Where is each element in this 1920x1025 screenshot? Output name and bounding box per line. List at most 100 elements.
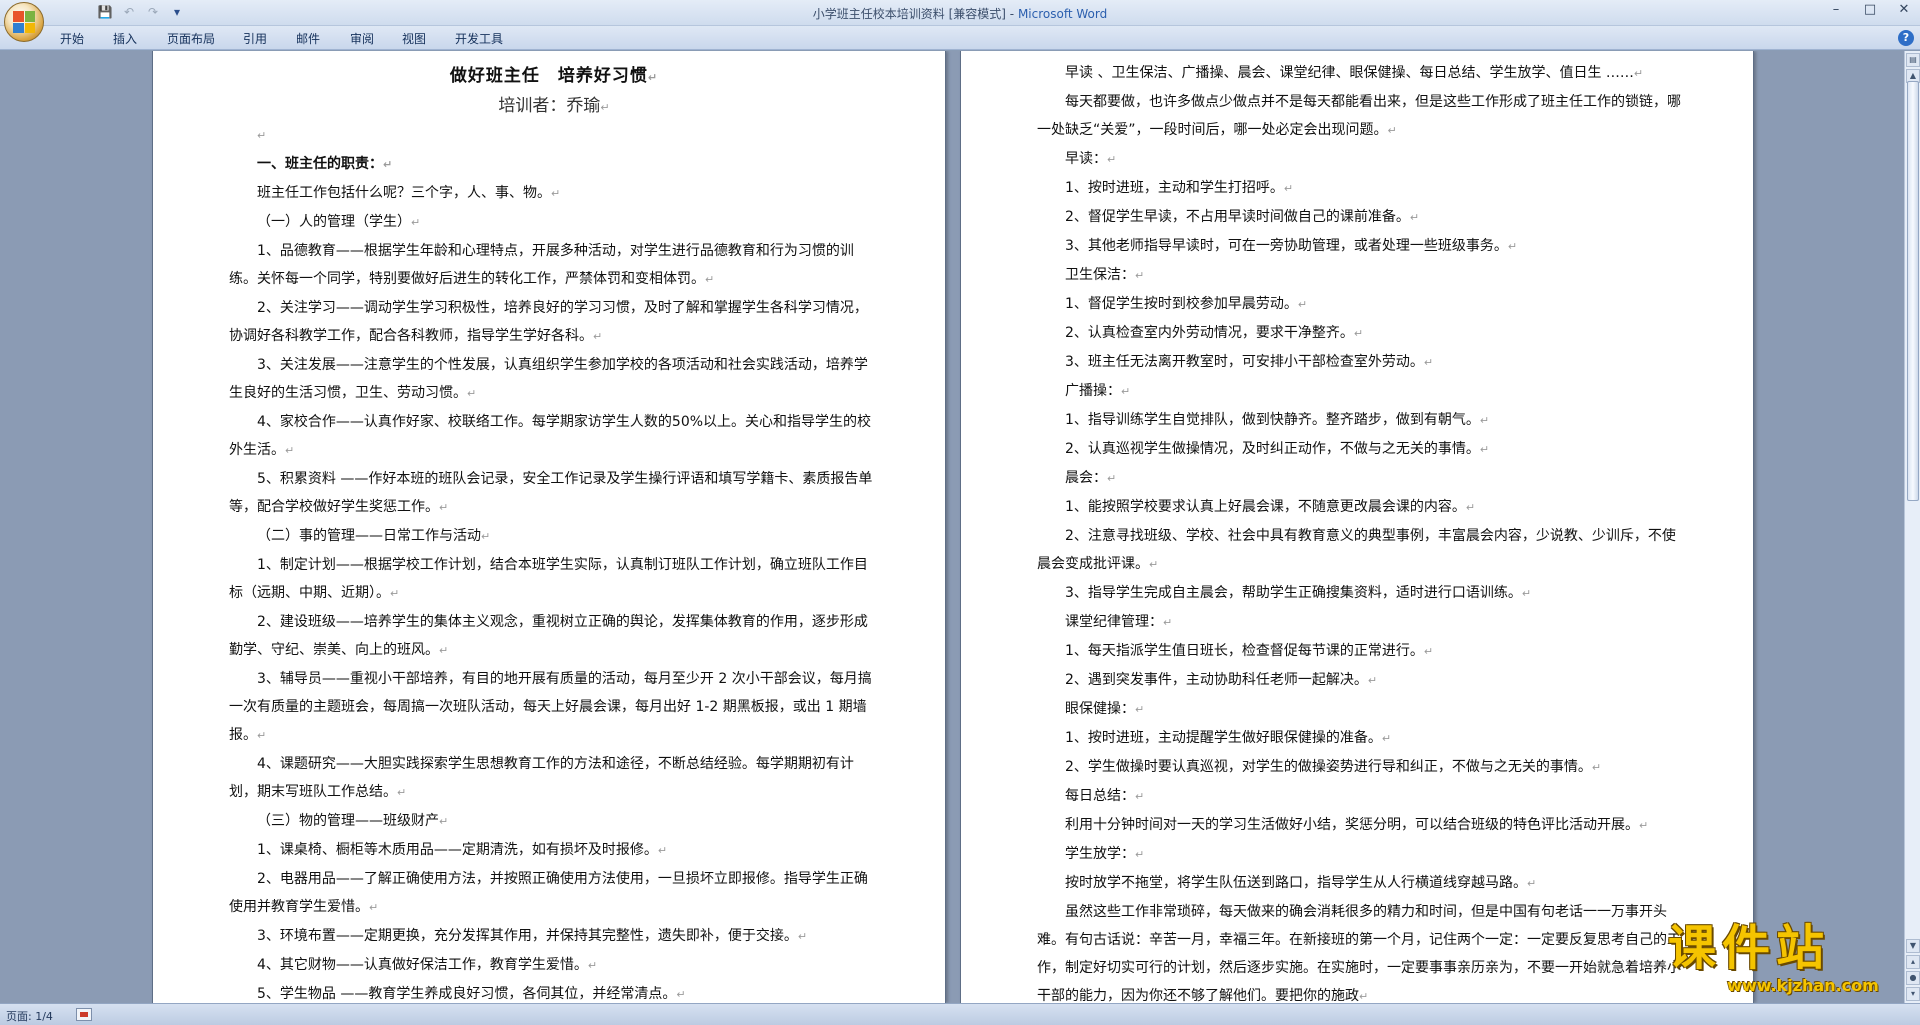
- window-title: 小学班主任校本培训资料 [兼容模式] - Microsoft Word: [0, 5, 1920, 22]
- page-2-content: 早读 、卫生保洁、广播操、晨会、课堂纪律、眼保健操、每日总结、学生放学、值日生 …: [1037, 59, 1687, 1003]
- document-page-2[interactable]: 早读 、卫生保洁、广播操、晨会、课堂纪律、眼保健操、每日总结、学生放学、值日生 …: [960, 51, 1754, 1003]
- page-1-content: 做好班主任 培养好习惯↵ 培训者：乔瑜↵ ↵ 一、班主任的职责：↵ 班主任工作包括什…: [229, 61, 879, 1003]
- paragraph-text: 晨会：: [1065, 470, 1107, 486]
- paragraph-mark-icon: ↵: [1465, 501, 1476, 514]
- document-paragraph: 1、督促学生按时到校参加早晨劳动。↵: [1037, 290, 1687, 319]
- paragraph-mark-icon: ↵: [369, 901, 379, 914]
- tab-developer[interactable]: 开发工具: [455, 30, 503, 47]
- status-bar: 页面: 1/4: [0, 1003, 1920, 1025]
- paragraph-text: 早读 、卫生保洁、广播操、晨会、课堂纪律、眼保健操、每日总结、学生放学、值日生 …: [1065, 65, 1634, 81]
- paragraph-text: （二）事的管理——日常工作与活动: [257, 528, 481, 544]
- vertical-scrollbar[interactable]: ▤ ▲ ▼ ▴ ● ▾: [1904, 51, 1920, 1003]
- document-paragraph: 1、制定计划——根据学校工作计划，结合本班学生实际，认真制订班队工作计划，确立班…: [229, 551, 879, 608]
- document-paragraph: 一、班主任的职责：↵: [229, 150, 879, 179]
- paragraph-mark-icon: ↵: [593, 330, 603, 343]
- help-icon[interactable]: ?: [1898, 30, 1914, 46]
- paragraph-mark-icon: ↵: [1387, 124, 1397, 137]
- next-page-icon[interactable]: ▾: [1906, 987, 1920, 1001]
- tab-review[interactable]: 审阅: [350, 30, 374, 47]
- document-paragraph: 2、建设班级——培养学生的集体主义观念，重视树立正确的舆论，发挥集体教育的作用，…: [229, 608, 879, 665]
- document-paragraph: 2、电器用品——了解正确使用方法，并按照正确使用方法使用，一旦损坏立即报修。指导…: [229, 865, 879, 922]
- paragraph-text: 1、制定计划——根据学校工作计划，结合本班学生实际，认真制订班队工作计划，确立班…: [229, 557, 868, 601]
- title-text: 做好班主任 培养好习惯: [449, 66, 648, 86]
- paragraph-mark-icon: ↵: [1121, 385, 1131, 398]
- paragraph-text: 4、课题研究——大胆实践探索学生思想教育工作的方法和途径，不断总结经验。每学期期…: [229, 756, 854, 800]
- tab-mailings[interactable]: 邮件: [296, 30, 320, 47]
- paragraph-text: 3、关注发展——注意学生的个性发展，认真组织学生参加学校的各项活动和社会实践活动…: [229, 357, 868, 401]
- close-button[interactable]: ✕: [1894, 2, 1914, 17]
- paragraph-mark-icon: ↵: [587, 959, 598, 972]
- scroll-thumb[interactable]: [1907, 81, 1919, 501]
- tab-page-layout[interactable]: 页面布局: [167, 30, 215, 47]
- previous-page-icon[interactable]: ▴: [1906, 955, 1920, 969]
- paragraph-text: 早读：: [1065, 151, 1107, 167]
- page-count[interactable]: 页面: 1/4: [6, 1008, 53, 1024]
- paragraph-text: 1、按时进班，主动提醒学生做好眼保健操的准备。: [1065, 730, 1382, 746]
- paragraph-mark-icon: ↵: [467, 387, 477, 400]
- subtitle-text: 培训者：乔瑜: [498, 96, 601, 116]
- office-button[interactable]: [4, 2, 44, 42]
- document-paragraph: 1、按时进班，主动提醒学生做好眼保健操的准备。↵: [1037, 724, 1687, 753]
- paragraph-mark-icon: ↵: [390, 587, 400, 600]
- document-title: 小学班主任校本培训资料 [兼容模式]: [812, 7, 1006, 21]
- select-browse-object-icon[interactable]: ●: [1906, 971, 1920, 985]
- document-subtitle: 培训者：乔瑜↵: [229, 91, 879, 121]
- paragraph-text: 2、学生做操时要认真巡视，对学生的做操姿势进行导和纠正，不做与之无关的事情。: [1065, 759, 1592, 775]
- paragraph-text: 3、辅导员——重视小干部培养，有目的地开展有质量的活动，每月至少开 2 次小干部…: [229, 671, 872, 743]
- tab-home[interactable]: 开始: [60, 30, 84, 47]
- paragraph-mark-icon: ↵: [1135, 790, 1145, 803]
- paragraph-text: 3、指导学生完成自主晨会，帮助学生正确搜集资料，适时进行口语训练。: [1065, 585, 1522, 601]
- document-paragraph: 1、按时进班，主动和学生打招呼。↵: [1037, 174, 1687, 203]
- paragraph-mark-icon: ↵: [1163, 616, 1173, 629]
- paragraph-mark-icon: ↵: [1135, 703, 1145, 716]
- paragraph-mark-icon: ↵: [1423, 356, 1434, 369]
- tab-insert[interactable]: 插入: [113, 30, 137, 47]
- paragraph-mark-icon: ↵: [257, 729, 267, 742]
- document-paragraph: 1、每天指派学生值日班长，检查督促每节课的正常进行。↵: [1037, 637, 1687, 666]
- paragraph-mark-icon: ↵: [705, 273, 715, 286]
- document-paragraph: 3、其他老师指导早读时，可在一旁协助管理，或者处理一些班级事务。↵: [1037, 232, 1687, 261]
- title-bar: 💾 ↶ ↷ ▾ 小学班主任校本培训资料 [兼容模式] - Microsoft W…: [0, 0, 1920, 26]
- paragraph-text: 2、认真巡视学生做操情况，及时纠正动作，不做与之无关的事情。: [1065, 441, 1480, 457]
- document-paragraph: 2、认真检查室内外劳动情况，要求干净整齐。↵: [1037, 319, 1687, 348]
- paragraph-mark-icon: ↵: [257, 129, 267, 142]
- macro-status-icon[interactable]: [76, 1008, 92, 1021]
- ruler-toggle-icon[interactable]: ▤: [1906, 53, 1920, 67]
- paragraph-text: 2、建设班级——培养学生的集体主义观念，重视树立正确的舆论，发挥集体教育的作用，…: [229, 614, 868, 658]
- scroll-down-icon[interactable]: ▼: [1906, 939, 1920, 953]
- document-paragraph: 4、其它财物——认真做好保洁工作，教育学生爱惜。↵: [229, 951, 879, 980]
- paragraph-mark-icon: ↵: [1409, 211, 1420, 224]
- watermark-url: www.kjzhan.com: [1727, 976, 1879, 995]
- paragraph-text: 1、课桌椅、橱柜等木质用品——定期清洗，如有损坏及时报修。: [257, 842, 658, 858]
- paragraph-mark-icon: ↵: [1423, 645, 1434, 658]
- document-page-1[interactable]: 做好班主任 培养好习惯↵ 培训者：乔瑜↵ ↵ 一、班主任的职责：↵ 班主任工作包括什…: [152, 51, 946, 1003]
- paragraph-text: 虽然这些工作非常琐碎，每天做来的确会消耗很多的精力和时间，但是中国有句老话一一万…: [1037, 904, 1681, 1003]
- document-paragraph: 4、课题研究——大胆实践探索学生思想教育工作的方法和途径，不断总结经验。每学期期…: [229, 750, 879, 807]
- document-paragraph: 3、指导学生完成自主晨会，帮助学生正确搜集资料，适时进行口语训练。↵: [1037, 579, 1687, 608]
- tab-view[interactable]: 视图: [402, 30, 426, 47]
- paragraph-mark-icon: ↵: [797, 930, 808, 943]
- paragraph-mark-icon: ↵: [1135, 269, 1145, 282]
- paragraph-mark-icon: ↵: [1381, 732, 1392, 745]
- paragraph-text: 2、督促学生早读，不占用早读时间做自己的课前准备。: [1065, 209, 1410, 225]
- document-paragraph: 学生放学：↵: [1037, 840, 1687, 869]
- document-paragraph: 晨会：↵: [1037, 464, 1687, 493]
- tab-references[interactable]: 引用: [243, 30, 267, 47]
- paragraph-text: 3、其他老师指导早读时，可在一旁协助管理，或者处理一些班级事务。: [1065, 238, 1508, 254]
- window-controls: – □ ✕: [1826, 2, 1914, 17]
- document-workspace: 做好班主任 培养好习惯↵ 培训者：乔瑜↵ ↵ 一、班主任的职责：↵ 班主任工作包括什…: [0, 51, 1904, 1003]
- paragraph-text: 5、积累资料 ——作好本班的班队会记录，安全工作记录及学生操行评语和填写学籍卡、…: [229, 471, 873, 515]
- paragraph-mark-icon: ↵: [1591, 761, 1602, 774]
- paragraph-text: 一、班主任的职责：: [257, 156, 383, 172]
- document-paragraph: （一）人的管理（学生）↵: [229, 208, 879, 237]
- minimize-button[interactable]: –: [1826, 2, 1846, 17]
- paragraph-mark-icon: ↵: [1353, 327, 1364, 340]
- title-separator: -: [1005, 7, 1018, 21]
- paragraph-text: 5、学生物品 ——教育学生养成良好习惯，各伺其位，并经常清点。: [257, 986, 677, 1002]
- document-paragraph: 1、品德教育——根据学生年龄和心理特点，开展多种活动，对学生进行品德教育和行为习…: [229, 237, 879, 294]
- watermark-brand: 课件站: [1668, 920, 1831, 976]
- document-paragraph: 2、注意寻找班级、学校、社会中具有教育意义的典型事例，丰富晨会内容，少说教、少训…: [1037, 522, 1687, 579]
- paragraph-mark-icon: ↵: [551, 187, 561, 200]
- document-paragraph: 虽然这些工作非常琐碎，每天做来的确会消耗很多的精力和时间，但是中国有句老话一一万…: [1037, 898, 1687, 1003]
- maximize-button[interactable]: □: [1860, 2, 1880, 17]
